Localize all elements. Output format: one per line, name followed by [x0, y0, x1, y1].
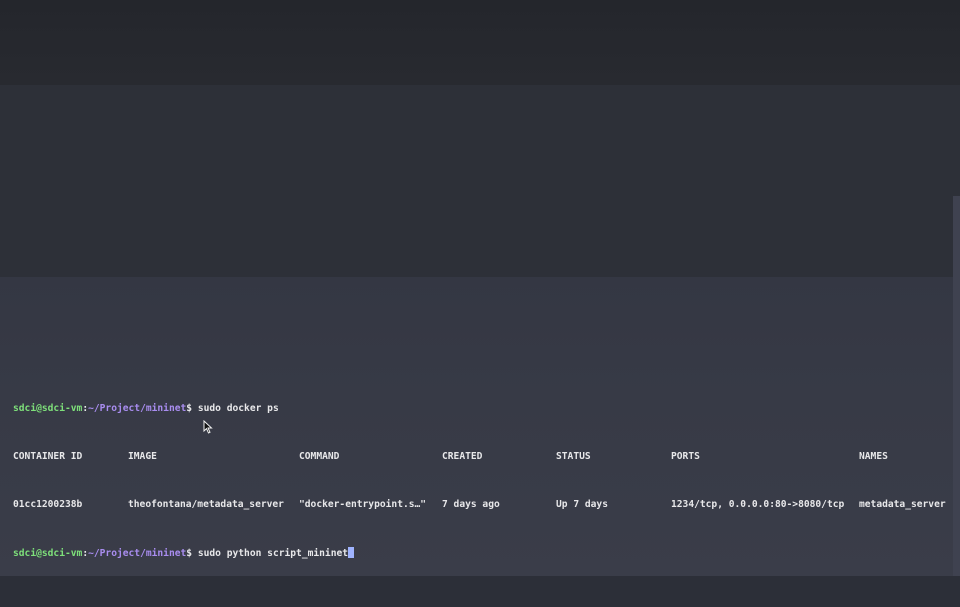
- table-header-status: STATUS: [556, 451, 591, 462]
- prompt-user-host: sdci@sdci-vm: [13, 403, 83, 414]
- table-cell-status: Up 7 days: [556, 499, 608, 510]
- table-header-container-id: CONTAINER ID: [13, 451, 83, 462]
- command-input-text[interactable]: sudo python script_mininet: [192, 548, 348, 559]
- table-cell-created: 7 days ago: [442, 499, 500, 510]
- terminal-output: sdci@sdci-vm:~/Project/mininet$ sudo doc…: [13, 379, 953, 583]
- prompt-path: ~/Project/mininet: [88, 403, 187, 414]
- arrow-pointer-icon: [203, 420, 213, 434]
- background-band-top: [0, 0, 960, 85]
- table-header-command: COMMAND: [299, 451, 340, 462]
- table-header-row: CONTAINER ID IMAGE COMMAND CREATED STATU…: [13, 451, 953, 463]
- terminal-scrollbar[interactable]: [953, 196, 960, 576]
- prompt-path: ~/Project/mininet: [88, 548, 187, 559]
- background-band-middle: [0, 85, 960, 277]
- text-cursor: [348, 547, 355, 558]
- table-header-image: IMAGE: [128, 451, 157, 462]
- table-row: 01cc1200238b theofontana/metadata_server…: [13, 499, 953, 511]
- terminal-line-command-1: sdci@sdci-vm:~/Project/mininet$ sudo doc…: [13, 403, 953, 415]
- terminal-line-command-2[interactable]: sdci@sdci-vm:~/Project/mininet$ sudo pyt…: [13, 547, 953, 559]
- table-cell-image: theofontana/metadata_server: [128, 499, 284, 510]
- table-header-names: NAMES: [859, 451, 888, 462]
- table-header-created: CREATED: [442, 451, 483, 462]
- table-cell-names: metadata_server: [859, 499, 946, 510]
- prompt-user-host: sdci@sdci-vm: [13, 548, 83, 559]
- table-cell-ports: 1234/tcp, 0.0.0.0:80->8080/tcp: [671, 499, 845, 510]
- table-cell-container-id: 01cc1200238b: [13, 499, 83, 510]
- table-header-ports: PORTS: [671, 451, 700, 462]
- table-cell-command: "docker-entrypoint.s…": [299, 499, 427, 510]
- terminal-window[interactable]: sdci@sdci-vm:~/Project/mininet$ sudo doc…: [0, 0, 960, 576]
- command-text: sudo docker ps: [192, 403, 279, 414]
